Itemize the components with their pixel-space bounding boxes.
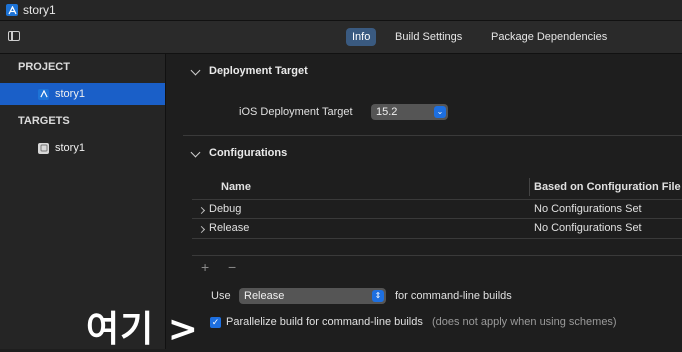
sidebar-item-label: story1	[55, 142, 85, 154]
section-divider	[183, 135, 682, 136]
annotation-text: 여기 >	[86, 309, 199, 350]
project-section-header: PROJECT	[18, 61, 70, 73]
remove-configuration-button[interactable]: −	[228, 259, 236, 275]
parallelize-checkbox[interactable]: ✓	[210, 317, 221, 328]
targets-section-header: TARGETS	[18, 115, 70, 127]
parallelize-text: Parallelize build for command-line build…	[226, 316, 423, 328]
config-file: No Configurations Set	[534, 222, 642, 234]
parallelize-hint: (does not apply when using schemes)	[431, 316, 617, 328]
chevron-right-icon[interactable]	[197, 225, 206, 234]
ios-deployment-value: 15.2	[376, 106, 398, 118]
table-footer-divider	[192, 255, 682, 256]
chevron-right-icon[interactable]	[197, 206, 206, 215]
column-header-file[interactable]: Based on Configuration File	[534, 181, 681, 193]
chevron-updown-icon: ⇕	[372, 290, 384, 302]
use-configuration-select[interactable]: Release ⇕	[239, 288, 386, 304]
window-titlebar: story1	[0, 0, 682, 21]
window-title: story1	[23, 3, 56, 17]
sidebar-item-target[interactable]: story1	[0, 137, 165, 159]
column-separator	[529, 178, 530, 196]
use-label: Use	[211, 290, 231, 302]
tab-info[interactable]: Info	[346, 28, 377, 46]
chevron-down-icon[interactable]	[190, 147, 201, 158]
xcode-project-icon	[38, 88, 49, 100]
row-divider	[192, 238, 682, 239]
ios-deployment-select[interactable]: 15.2 ⌄	[371, 104, 448, 120]
project-editor: Deployment Target iOS Deployment Target …	[166, 54, 682, 349]
configurations-section-title: Configurations	[209, 147, 288, 159]
sidebar-toggle-icon[interactable]	[8, 31, 20, 41]
table-header-divider	[192, 199, 682, 200]
use-configuration-value: Release	[244, 290, 285, 302]
deployment-section-title: Deployment Target	[209, 65, 308, 77]
editor-tabbar: Info Build Settings Package Dependencies	[0, 21, 682, 54]
chevron-down-icon: ⌄	[434, 106, 446, 118]
xcode-project-icon	[6, 4, 18, 16]
chevron-down-icon[interactable]	[190, 65, 201, 76]
config-name: Debug	[209, 203, 242, 215]
tab-build-settings[interactable]: Build Settings	[389, 28, 468, 46]
column-header-name[interactable]: Name	[221, 181, 251, 193]
use-suffix-label: for command-line builds	[395, 290, 512, 302]
config-name: Release	[209, 222, 250, 234]
add-configuration-button[interactable]: +	[201, 259, 209, 275]
sidebar-item-project[interactable]: story1	[0, 83, 165, 105]
parallelize-label: Parallelize build for command-line build…	[226, 316, 617, 328]
row-divider	[192, 218, 682, 219]
app-target-icon	[38, 142, 49, 154]
sidebar-item-label: story1	[55, 88, 85, 100]
ios-deployment-label: iOS Deployment Target	[239, 106, 353, 118]
tab-package-dependencies[interactable]: Package Dependencies	[485, 28, 613, 46]
config-file: No Configurations Set	[534, 203, 642, 215]
